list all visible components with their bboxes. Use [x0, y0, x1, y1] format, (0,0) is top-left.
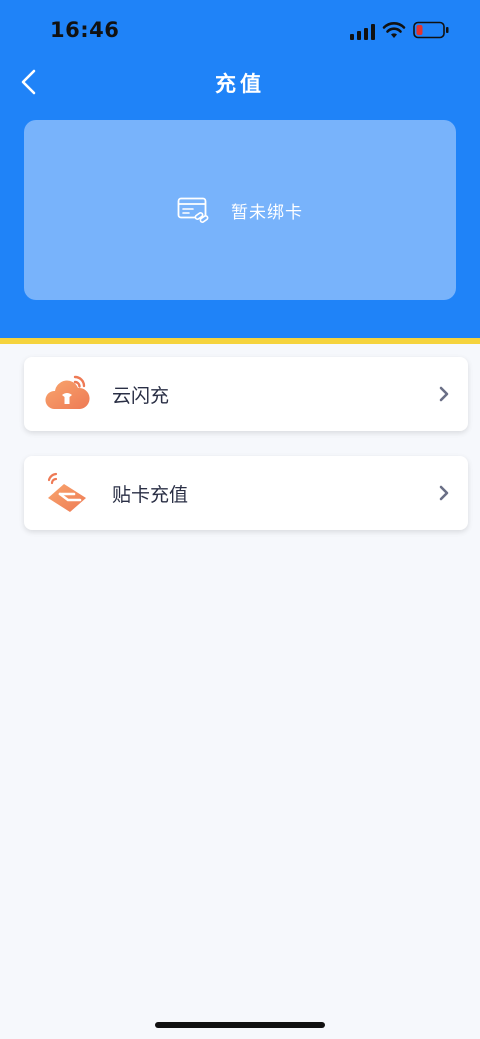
- bind-card-panel[interactable]: 暂未绑卡: [24, 120, 456, 300]
- menu-item-card-tap-recharge[interactable]: 贴卡充值: [24, 456, 468, 530]
- cloud-flash-icon: [45, 375, 90, 409]
- card-link-icon: [177, 197, 209, 223]
- page-title: 充值: [215, 72, 265, 96]
- card-tap-icon: [47, 472, 86, 512]
- status-bar: 16:46: [0, 0, 480, 60]
- navigation-bar: 充值: [0, 60, 480, 104]
- status-time: 16:46: [50, 18, 120, 42]
- menu-item-cloud-flash-charge[interactable]: 云闪充: [24, 357, 468, 431]
- home-indicator[interactable]: [155, 1022, 325, 1028]
- cellular-signal-icon: [350, 24, 375, 40]
- menu-item-label: 贴卡充值: [112, 484, 189, 506]
- header-accent-strip: [0, 338, 480, 344]
- chevron-right-icon: [439, 485, 449, 501]
- battery-low-icon: [413, 21, 449, 39]
- bind-card-status-label: 暂未绑卡: [231, 202, 303, 223]
- wifi-icon: [382, 22, 406, 38]
- chevron-right-icon: [439, 386, 449, 402]
- menu-item-label: 云闪充: [112, 385, 170, 407]
